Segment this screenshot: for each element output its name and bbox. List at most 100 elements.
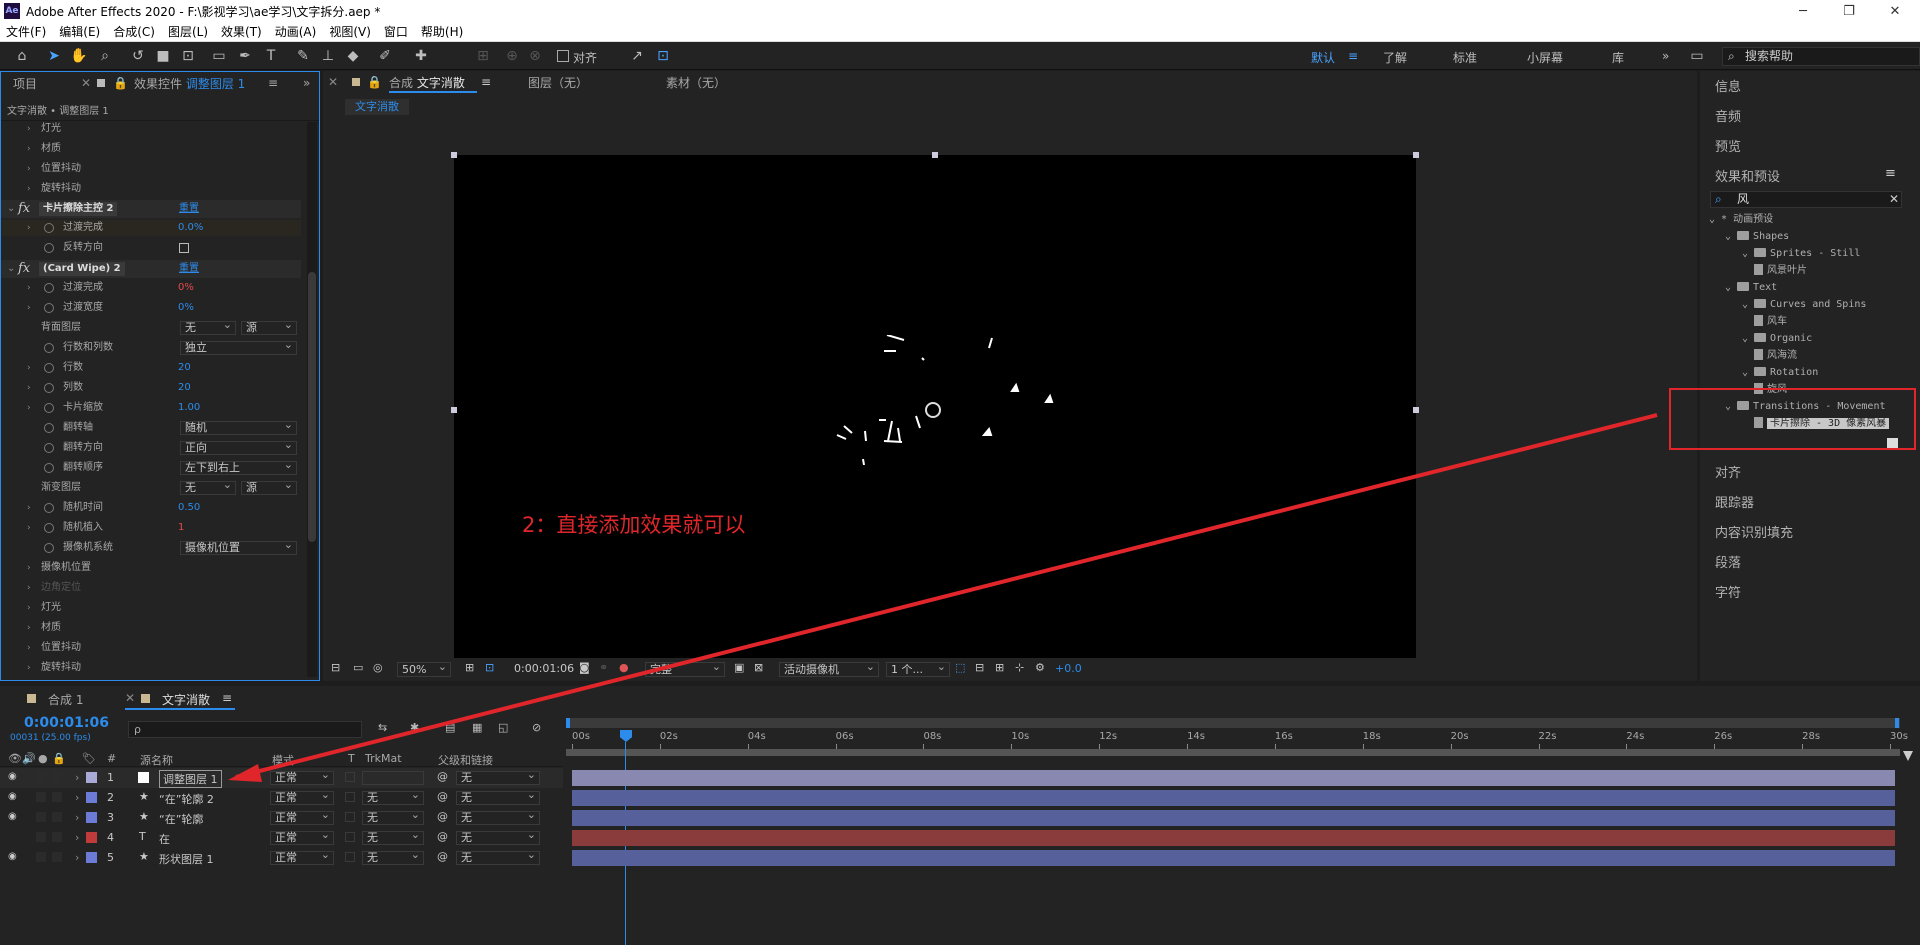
- workspace-library[interactable]: 库: [1612, 49, 1624, 66]
- close-tab-icon[interactable]: ✕: [328, 75, 338, 89]
- expand-arrow[interactable]: ›: [27, 520, 31, 536]
- world-axis-icon[interactable]: ⊕: [503, 47, 521, 65]
- lock-icon[interactable]: 🔒: [113, 76, 128, 90]
- timeline-tab-comp1[interactable]: 合成 1: [48, 691, 83, 708]
- camera-tool-icon[interactable]: ■: [154, 47, 172, 65]
- menu-file[interactable]: 文件(F): [6, 23, 46, 40]
- layer-row[interactable]: ◉ › 2 ★ “在”轮廓 2 正常 无 @ 无: [0, 788, 563, 808]
- stopwatch-icon[interactable]: [44, 303, 54, 313]
- layer-duration-bar[interactable]: [572, 790, 1895, 806]
- pen-tool-icon[interactable]: ✒: [236, 47, 254, 65]
- video-toggle-icon[interactable]: 👁: [8, 752, 22, 765]
- tree-item[interactable]: ⌄ Curves and Spins: [1742, 298, 1866, 312]
- expand-arrow[interactable]: ›: [27, 660, 31, 676]
- rows-columns-dropdown[interactable]: 独立: [180, 339, 297, 355]
- gradient-layer-source-dropdown[interactable]: 源: [241, 479, 297, 495]
- preserve-transparency-box[interactable]: [345, 792, 355, 802]
- stopwatch-icon[interactable]: [44, 443, 54, 453]
- resolution-dropdown[interactable]: 完整: [645, 660, 725, 677]
- tree-item[interactable]: ⌄ Shapes: [1725, 230, 1789, 244]
- preserve-transparency-box[interactable]: [345, 772, 355, 782]
- layer-row[interactable]: ◉ › 3 ★ “在”轮廓 正常 无 @ 无: [0, 808, 563, 828]
- tree-item[interactable]: ⌄ Text: [1725, 281, 1777, 295]
- clear-search-icon[interactable]: ✕: [1889, 192, 1899, 207]
- eye-icon[interactable]: ◉: [8, 851, 17, 862]
- expand-arrow[interactable]: ›: [27, 600, 31, 616]
- parent-dropdown[interactable]: 无: [456, 809, 540, 825]
- layer-row[interactable]: ◉ › 5 ★ 形状图层 1 正常 无 @ 无: [0, 848, 563, 868]
- panel-content-aware-fill[interactable]: 内容识别填充: [1715, 522, 1793, 541]
- layer-label-color[interactable]: [86, 852, 97, 863]
- trkmat-dropdown[interactable]: 无: [362, 809, 424, 825]
- eraser-tool-icon[interactable]: ◆: [344, 47, 362, 65]
- eye-icon[interactable]: ◉: [8, 811, 17, 822]
- stopwatch-icon[interactable]: [44, 523, 54, 533]
- fit-icon[interactable]: ⊞: [465, 661, 474, 674]
- lock-box[interactable]: [52, 852, 62, 862]
- channel-icon[interactable]: ●: [619, 661, 629, 674]
- lock-box[interactable]: [52, 792, 62, 802]
- expand-arrow[interactable]: ›: [27, 560, 31, 576]
- pick-whip-icon[interactable]: @: [437, 770, 448, 783]
- scrollbar[interactable]: [307, 122, 317, 677]
- solo-box[interactable]: [36, 832, 46, 842]
- panel-menu-icon[interactable]: ≡: [222, 691, 232, 705]
- stopwatch-icon[interactable]: [44, 383, 54, 393]
- fx-card-wipe[interactable]: ⌄ fx (Card Wipe) 2 重置: [1, 260, 301, 278]
- layer-mode-dropdown[interactable]: 正常: [270, 809, 334, 825]
- flip-order-dropdown[interactable]: 左下到右上: [180, 459, 297, 475]
- timeline-tab-comp[interactable]: 文字消散: [162, 691, 210, 708]
- pick-whip-icon[interactable]: @: [437, 830, 448, 843]
- comp-mini-flowchart-icon[interactable]: ⇆: [378, 721, 387, 734]
- transform-handle[interactable]: [1413, 152, 1419, 158]
- panel-tracker[interactable]: 跟踪器: [1715, 492, 1754, 511]
- lock-icon[interactable]: 🔒: [367, 75, 382, 89]
- workspace-default[interactable]: 默认: [1311, 49, 1335, 66]
- layer-label-color[interactable]: [86, 812, 97, 823]
- stopwatch-icon[interactable]: [44, 463, 54, 473]
- vr-icon[interactable]: ◎: [373, 661, 383, 674]
- exposure-icon[interactable]: ⚙: [1035, 661, 1045, 674]
- menu-layer[interactable]: 图层(L): [168, 23, 208, 40]
- panel-menu-icon[interactable]: ≡: [1885, 166, 1896, 181]
- navigator-bar[interactable]: [566, 749, 1900, 756]
- prop-value[interactable]: 1: [178, 520, 184, 536]
- reverse-checkbox[interactable]: [179, 243, 189, 253]
- layer-row[interactable]: ◉ › 1 调整图层 1 正常 @ 无: [0, 768, 563, 788]
- prop-value[interactable]: 0%: [178, 280, 194, 296]
- brush-tool-icon[interactable]: ✎: [294, 47, 312, 65]
- expand-arrow[interactable]: ›: [27, 400, 31, 416]
- selection-tool-icon[interactable]: ➤: [45, 47, 63, 65]
- motion-blur-icon[interactable]: ◱: [498, 721, 508, 734]
- lock-box[interactable]: [52, 812, 62, 822]
- stopwatch-icon[interactable]: [44, 363, 54, 373]
- layer-name[interactable]: “在”轮廓 2: [159, 791, 214, 807]
- back-layer-dropdown[interactable]: 无: [180, 319, 236, 335]
- panel-info[interactable]: 信息: [1715, 76, 1741, 95]
- lock-box[interactable]: [52, 832, 62, 842]
- expand-arrow[interactable]: ›: [27, 360, 31, 376]
- monitor-icon[interactable]: ▭: [353, 661, 363, 674]
- panel-menu-icon[interactable]: ≡: [481, 75, 491, 89]
- menu-composition[interactable]: 合成(C): [113, 23, 155, 40]
- view-axis-icon[interactable]: ⊗: [526, 47, 544, 65]
- stopwatch-icon[interactable]: [44, 343, 54, 353]
- flowchart-icon[interactable]: ⊹: [1015, 661, 1024, 674]
- solo-box[interactable]: [36, 792, 46, 802]
- stopwatch-icon[interactable]: [44, 503, 54, 513]
- label-icon[interactable]: 🏷: [82, 752, 96, 765]
- layer-duration-bar[interactable]: [572, 770, 1895, 786]
- close-icon[interactable]: ✕: [1872, 0, 1918, 22]
- region-of-interest-icon[interactable]: ⊡: [485, 661, 494, 674]
- snap-options-icon[interactable]: ⊡: [654, 47, 672, 65]
- scrollbar-thumb[interactable]: [308, 272, 316, 542]
- panel-expand-icon[interactable]: »: [303, 76, 310, 90]
- transform-handle[interactable]: [932, 152, 938, 158]
- view-layout-dropdown[interactable]: 1 个...: [886, 660, 950, 677]
- fx-icon[interactable]: fx: [18, 200, 30, 218]
- transform-handle[interactable]: [451, 407, 457, 413]
- header-mode[interactable]: 模式: [272, 752, 294, 768]
- flip-direction-dropdown[interactable]: 正向: [180, 439, 297, 455]
- expand-arrow[interactable]: ›: [27, 121, 31, 137]
- panel-preview[interactable]: 预览: [1715, 136, 1741, 155]
